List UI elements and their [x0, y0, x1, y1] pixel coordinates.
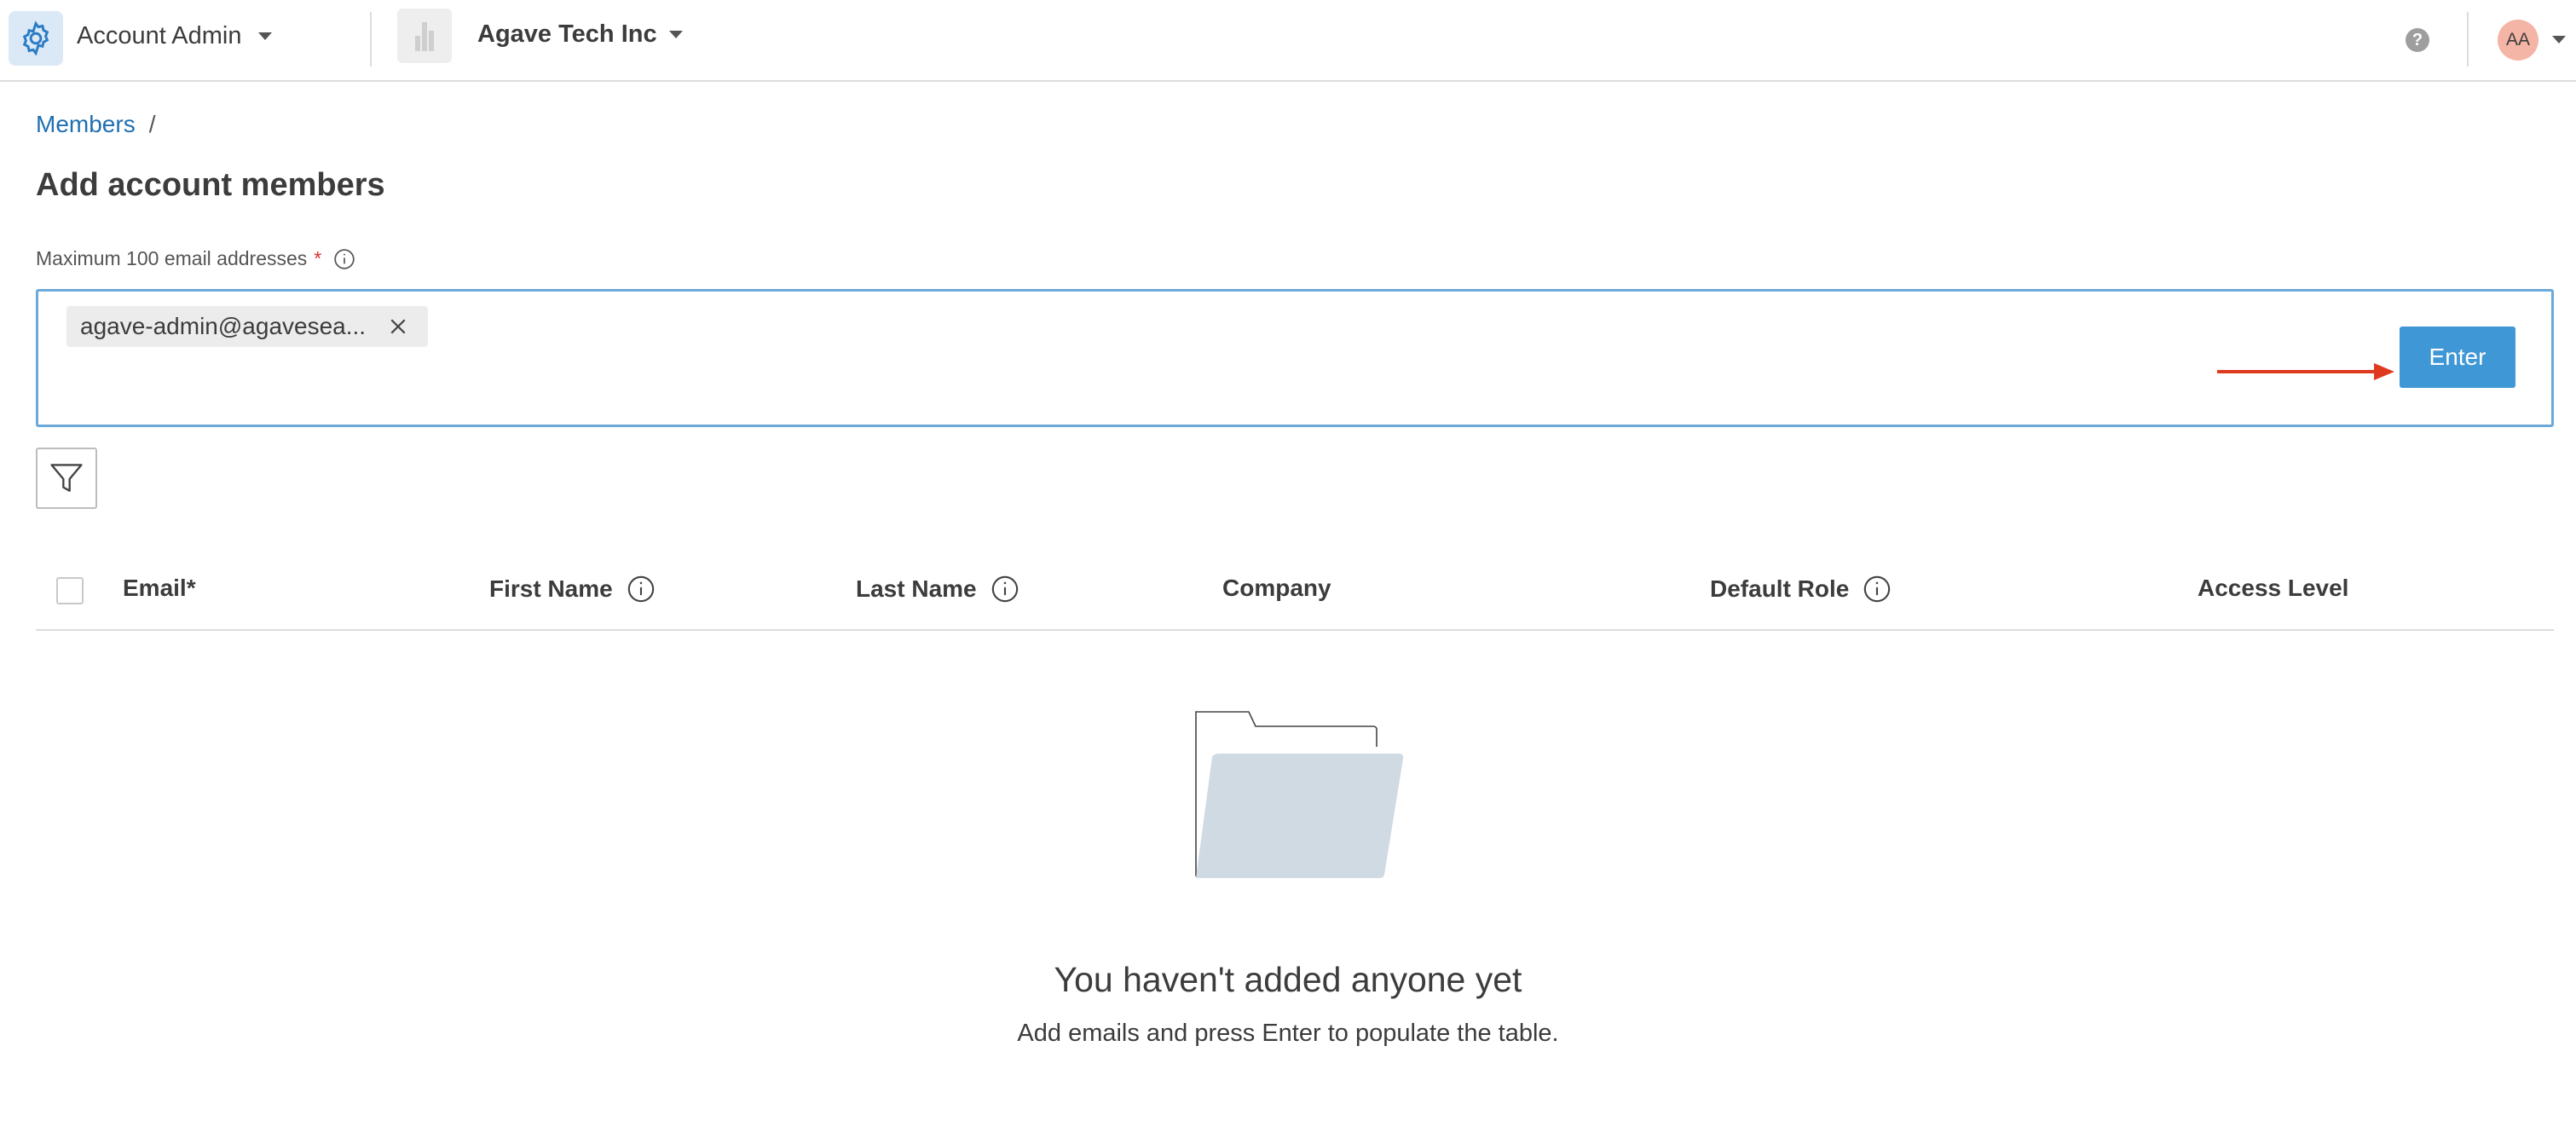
breadcrumb: Members / [36, 111, 155, 138]
close-icon[interactable] [387, 315, 409, 338]
empty-folder-icon [1195, 711, 1404, 878]
avatar-initials: AA [2505, 30, 2530, 49]
question-circle-icon[interactable]: ? [2406, 28, 2429, 52]
info-icon[interactable] [991, 575, 1019, 604]
column-header-label: First Name [489, 575, 613, 602]
column-header-label: Default Role [1710, 575, 1850, 602]
column-header-last-name[interactable]: Last Name [856, 575, 1019, 604]
breadcrumb-separator: / [148, 111, 156, 137]
select-all-checkbox[interactable] [56, 577, 84, 604]
app-name: Account Admin [77, 22, 242, 49]
email-chip-text: agave-admin@agavesea... [80, 313, 367, 339]
filter-icon [50, 464, 83, 492]
info-icon[interactable] [1863, 575, 1892, 604]
column-header-email[interactable]: Email* [123, 575, 196, 602]
info-icon[interactable] [627, 575, 656, 604]
enter-button[interactable]: Enter [2400, 327, 2515, 388]
annotation-arrow [2217, 363, 2394, 380]
table-header: Email* First Name Last Name Company Defa… [36, 554, 2554, 631]
column-header-first-name[interactable]: First Name [489, 575, 656, 604]
avatar[interactable]: AA [2498, 20, 2538, 61]
column-header-access-level[interactable]: Access Level [2198, 575, 2348, 602]
email-chip: agave-admin@agavesea... [66, 306, 428, 347]
building-icon [397, 9, 452, 63]
required-marker: * [314, 247, 322, 269]
company-name: Agave Tech Inc [477, 20, 657, 48]
chevron-down-icon[interactable] [2552, 36, 2566, 43]
chevron-down-icon [258, 32, 273, 40]
column-header-label: Email* [123, 575, 196, 601]
company-switcher[interactable]: Agave Tech Inc [477, 20, 683, 49]
divider [370, 12, 372, 66]
column-header-label: Company [1222, 575, 1331, 601]
app-switcher[interactable]: Account Admin [77, 22, 273, 50]
info-icon[interactable] [333, 248, 355, 270]
email-field-label-text: Maximum 100 email addresses [36, 247, 308, 269]
email-field-label: Maximum 100 email addresses * [36, 247, 355, 270]
chevron-down-icon [668, 31, 683, 38]
empty-state-title: You haven't added anyone yet [1054, 960, 1522, 999]
top-header: Account Admin Agave Tech Inc ? AA [0, 0, 2576, 82]
column-header-company[interactable]: Company [1222, 575, 1331, 602]
empty-state-subtitle: Add emails and press Enter to populate t… [1017, 1020, 1559, 1047]
divider [2467, 12, 2469, 66]
breadcrumb-members-link[interactable]: Members [36, 111, 136, 138]
email-input-field[interactable]: agave-admin@agavesea... Enter [36, 289, 2554, 427]
column-header-label: Last Name [856, 575, 977, 602]
column-header-label: Access Level [2198, 575, 2349, 601]
column-header-default-role[interactable]: Default Role [1710, 575, 1892, 604]
filter-button[interactable] [36, 448, 97, 509]
gear-icon[interactable] [9, 11, 63, 66]
page-title: Add account members [36, 167, 385, 203]
